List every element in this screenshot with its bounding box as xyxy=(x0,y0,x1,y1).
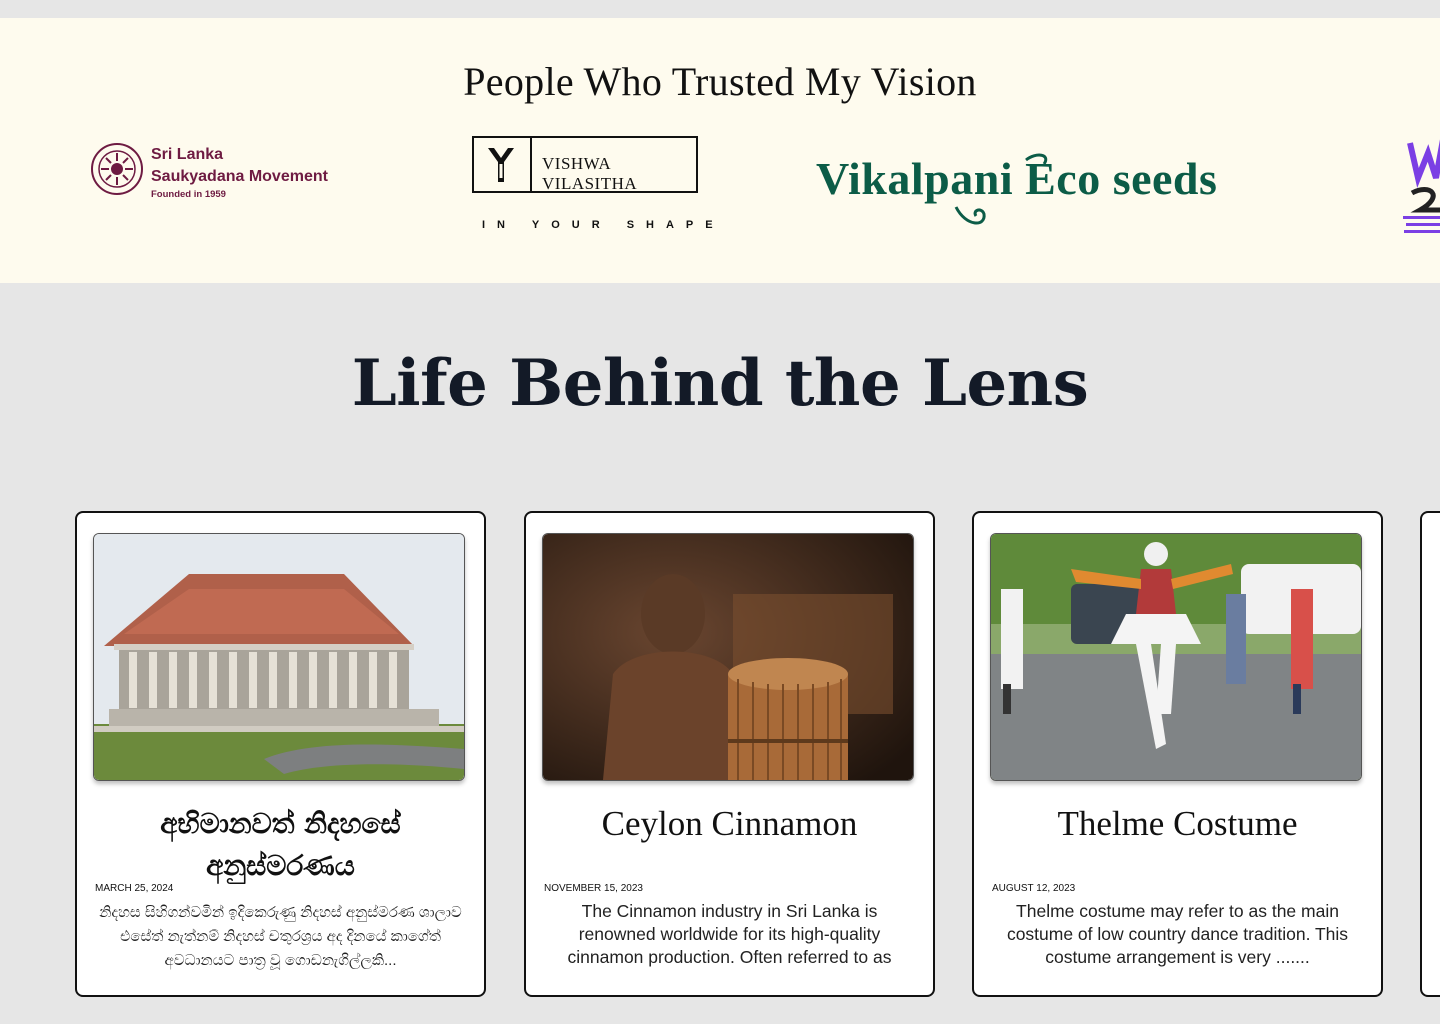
lens-section-title: Life Behind the Lens xyxy=(351,346,1089,421)
logo-vishwa-name: VISHWA VILASITHA xyxy=(542,154,638,193)
blog-card-cinnamon[interactable]: Ceylon Cinnamon NOVEMBER 15, 2023 The Ci… xyxy=(524,511,935,997)
logo-vikalpani-eco-seeds[interactable]: Vikalpani Eco seeds xyxy=(816,152,1246,232)
card-date: AUGUST 12, 2023 xyxy=(992,883,1076,894)
blog-card-partial[interactable] xyxy=(1420,511,1440,997)
logo-vishwa-vilasitha[interactable]: VISHWA VILASITHA IN YOUR SHAPE xyxy=(472,136,713,236)
logo-saukyadana-line3: Founded in 1959 xyxy=(151,189,226,200)
card-title[interactable]: Thelme Costume xyxy=(984,803,1371,845)
blog-card-thelme[interactable]: Thelme Costume AUGUST 12, 2023 Thelme co… xyxy=(972,511,1383,997)
saukyadana-seal-icon xyxy=(91,143,143,195)
card-title[interactable]: අභිමානවත් නිදහසේ අනුස්මරණය xyxy=(87,803,474,887)
card-date: NOVEMBER 15, 2023 xyxy=(544,883,643,894)
logo-saukyadana-line1: Sri Lanka xyxy=(151,146,224,163)
card-photo-independence-hall xyxy=(93,533,465,781)
logo-vikalpani-partial[interactable] xyxy=(1400,118,1440,248)
zipper-y-icon xyxy=(474,138,532,191)
vikalpani-partial-icon xyxy=(1403,139,1440,233)
trusted-section: People Who Trusted My Vision Sri Lanka S… xyxy=(0,18,1440,283)
logo-saukyadana-movement[interactable]: Sri Lanka Saukyadana Movement Founded in… xyxy=(88,140,348,200)
card-photo-thelme-dancer xyxy=(990,533,1362,781)
vine-swirl-icon xyxy=(954,153,1048,225)
trusted-title: People Who Trusted My Vision xyxy=(463,59,977,104)
card-excerpt: Thelme costume may refer to as the main … xyxy=(1006,901,1349,967)
blog-card-independence[interactable]: අභිමානවත් නිදහසේ අනුස්මරණය MARCH 25, 202… xyxy=(75,511,486,997)
card-date: MARCH 25, 2024 xyxy=(95,883,174,894)
card-title[interactable]: Ceylon Cinnamon xyxy=(536,803,923,845)
card-excerpt: නිදහස සිහිගන්වමින් ඉදිකෙරුණු නිදහස් අනුස… xyxy=(99,904,462,969)
card-excerpt: The Cinnamon industry in Sri Lanka is re… xyxy=(567,901,892,967)
logo-vishwa-tagline: IN YOUR SHAPE xyxy=(482,219,725,231)
logo-saukyadana-line2: Saukyadana Movement xyxy=(151,168,328,185)
card-photo-cinnamon xyxy=(542,533,914,781)
